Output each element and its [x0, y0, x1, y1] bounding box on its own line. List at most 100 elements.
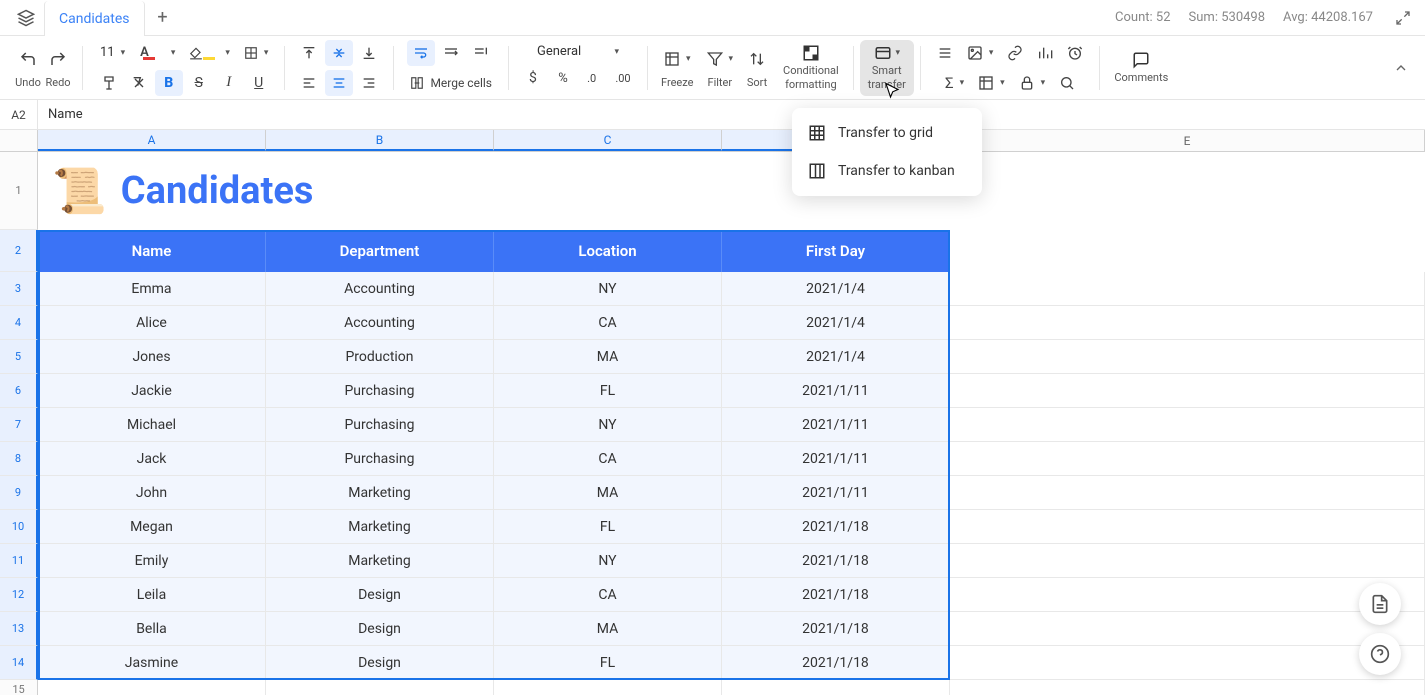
halign-right-button[interactable]: [355, 70, 383, 96]
table-cell[interactable]: Purchasing: [266, 442, 494, 476]
table-cell[interactable]: 2021/1/11: [722, 476, 950, 510]
halign-left-button[interactable]: [295, 70, 323, 96]
transfer-to-kanban-item[interactable]: Transfer to kanban: [792, 152, 982, 190]
reminder-button[interactable]: [1061, 40, 1089, 66]
row-header-15[interactable]: 15: [0, 680, 38, 695]
table-cell[interactable]: Design: [266, 646, 494, 680]
table-cell[interactable]: Marketing: [266, 544, 494, 578]
table-cell[interactable]: Marketing: [266, 476, 494, 510]
merge-cells-button[interactable]: Merge cells: [404, 70, 498, 96]
text-color-button[interactable]: A▾: [134, 40, 181, 66]
table-cell[interactable]: Leila: [38, 578, 266, 612]
table-cell[interactable]: 2021/1/11: [722, 408, 950, 442]
row-header-9[interactable]: 9: [0, 476, 38, 510]
table-cell[interactable]: 2021/1/18: [722, 578, 950, 612]
wrap-text-button[interactable]: [407, 40, 435, 66]
table-header[interactable]: Department: [266, 230, 494, 272]
valign-middle-button[interactable]: [325, 40, 353, 66]
table-cell[interactable]: Megan: [38, 510, 266, 544]
table-cell[interactable]: Jasmine: [38, 646, 266, 680]
table-cell[interactable]: Accounting: [266, 306, 494, 340]
table-cell[interactable]: John: [38, 476, 266, 510]
table-cell[interactable]: Accounting: [266, 272, 494, 306]
sheet-tab-candidates[interactable]: Candidates: [44, 1, 145, 36]
paint-format-button[interactable]: [95, 70, 123, 96]
table-cell[interactable]: Jack: [38, 442, 266, 476]
table-cell[interactable]: 2021/1/18: [722, 544, 950, 578]
help-float-button[interactable]: [1359, 633, 1401, 675]
row-header-3[interactable]: 3: [0, 272, 38, 306]
table-cell[interactable]: 2021/1/4: [722, 272, 950, 306]
row-header-14[interactable]: 14: [0, 646, 38, 680]
table-cell[interactable]: CA: [494, 578, 722, 612]
row-header-6[interactable]: 6: [0, 374, 38, 408]
collapse-toolbar-button[interactable]: [1387, 54, 1415, 82]
sort-button[interactable]: [743, 46, 771, 72]
cell-reference[interactable]: A2: [0, 100, 38, 129]
chart-button[interactable]: [1031, 40, 1059, 66]
comments-button[interactable]: Comments: [1106, 40, 1176, 96]
notes-float-button[interactable]: [1359, 583, 1401, 625]
table-cell[interactable]: 2021/1/18: [722, 646, 950, 680]
table-cell[interactable]: NY: [494, 408, 722, 442]
table-cell[interactable]: FL: [494, 510, 722, 544]
table-cell[interactable]: 2021/1/18: [722, 612, 950, 646]
transfer-to-grid-item[interactable]: Transfer to grid: [792, 114, 982, 152]
fill-color-button[interactable]: ▾: [183, 40, 236, 66]
table-cell[interactable]: MA: [494, 476, 722, 510]
table-cell[interactable]: Bella: [38, 612, 266, 646]
column-header-c[interactable]: C: [494, 130, 722, 151]
table-cell[interactable]: MA: [494, 612, 722, 646]
table-cell[interactable]: 2021/1/4: [722, 340, 950, 374]
freeze-button[interactable]: ▾: [658, 46, 697, 72]
overflow-button[interactable]: [437, 40, 465, 66]
table-cell[interactable]: 2021/1/11: [722, 374, 950, 408]
table-cell[interactable]: NY: [494, 544, 722, 578]
table-cell[interactable]: CA: [494, 306, 722, 340]
table-header[interactable]: Location: [494, 230, 722, 272]
row-header-10[interactable]: 10: [0, 510, 38, 544]
table-cell[interactable]: FL: [494, 646, 722, 680]
halign-center-button[interactable]: [325, 70, 353, 96]
redo-button[interactable]: [44, 46, 72, 72]
currency-button[interactable]: $: [519, 65, 547, 91]
table-cell[interactable]: FL: [494, 374, 722, 408]
borders-button[interactable]: ▾: [238, 40, 275, 66]
row-header-8[interactable]: 8: [0, 442, 38, 476]
fullscreen-icon[interactable]: [1395, 10, 1411, 26]
table-cell[interactable]: CA: [494, 442, 722, 476]
protect-button[interactable]: ▾: [1013, 70, 1052, 96]
table-cell[interactable]: 2021/1/18: [722, 510, 950, 544]
row-header-2[interactable]: 2: [0, 230, 38, 272]
table-cell[interactable]: Alice: [38, 306, 266, 340]
table-cell[interactable]: Purchasing: [266, 374, 494, 408]
conditional-formatting-button[interactable]: Conditionalformatting: [775, 40, 847, 96]
table-cell[interactable]: MA: [494, 340, 722, 374]
row-header-13[interactable]: 13: [0, 612, 38, 646]
table-cell[interactable]: Emily: [38, 544, 266, 578]
font-size-select[interactable]: 11▾: [93, 40, 132, 66]
column-header-b[interactable]: B: [266, 130, 494, 151]
percent-button[interactable]: %: [549, 65, 577, 91]
link-button[interactable]: [1001, 40, 1029, 66]
table-cell[interactable]: Marketing: [266, 510, 494, 544]
table-cell[interactable]: Michael: [38, 408, 266, 442]
layers-icon[interactable]: [8, 0, 44, 35]
row-height-button[interactable]: [931, 40, 959, 66]
row-header-4[interactable]: 4: [0, 306, 38, 340]
table-header[interactable]: Name: [38, 230, 266, 272]
table-header[interactable]: First Day: [722, 230, 950, 272]
add-sheet-button[interactable]: +: [145, 0, 181, 35]
italic-button[interactable]: I: [215, 70, 243, 96]
undo-button[interactable]: [14, 46, 42, 72]
cell-value-input[interactable]: Name: [38, 107, 83, 122]
table-cell[interactable]: Production: [266, 340, 494, 374]
decrease-decimal-button[interactable]: .0: [579, 65, 607, 91]
column-header-a[interactable]: A: [38, 130, 266, 151]
image-button[interactable]: ▾: [961, 40, 1000, 66]
row-header-1[interactable]: 1: [0, 152, 38, 230]
table-cell[interactable]: Design: [266, 578, 494, 612]
pivot-button[interactable]: ▾: [972, 70, 1011, 96]
clip-button[interactable]: [467, 40, 495, 66]
increase-decimal-button[interactable]: .00: [609, 65, 637, 91]
